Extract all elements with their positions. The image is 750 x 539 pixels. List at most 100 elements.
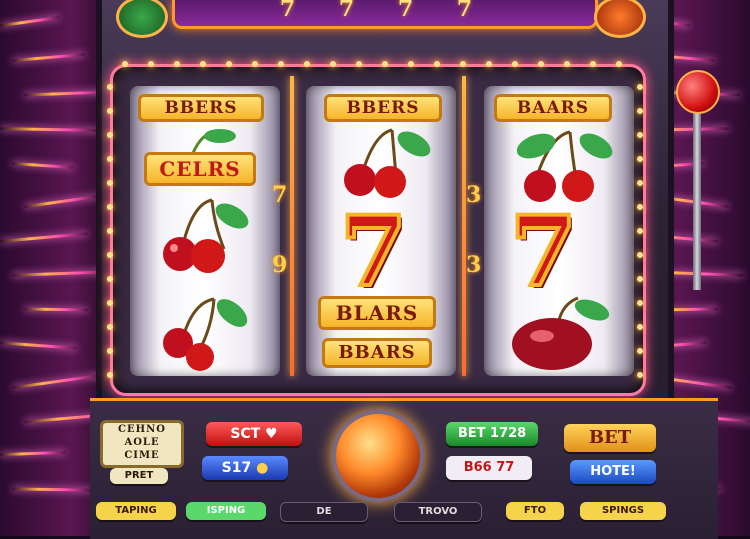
cherries-icon <box>163 297 248 371</box>
marquee-bulb <box>148 61 154 67</box>
bet-left-1-label: SCT <box>230 426 261 442</box>
payline-number: 9 <box>272 252 288 278</box>
marquee-bulb <box>486 61 492 67</box>
reel-2-label-1: BLARS <box>318 296 436 330</box>
marquee-bulb <box>122 61 128 67</box>
neon-streak <box>12 52 85 63</box>
bottom-button-1[interactable]: TAPING <box>96 502 176 520</box>
heart-icon: ♥ <box>265 426 278 442</box>
marquee-bulb <box>382 61 388 67</box>
marquee-bulb <box>107 252 113 258</box>
marquee-bulb <box>107 204 113 210</box>
bet-button[interactable]: BET <box>564 424 656 452</box>
neon-streak <box>11 161 75 170</box>
marquee-bulb <box>107 84 113 90</box>
neon-streak <box>12 373 102 390</box>
seven-symbol: 7 <box>338 195 409 308</box>
reel-divider <box>290 76 294 376</box>
marquee-bulb <box>278 61 284 67</box>
marquee-bulb <box>107 276 113 282</box>
bottom-button-6[interactable]: SPINGS <box>580 502 666 520</box>
payline-number: 3 <box>466 252 482 278</box>
marquee-bulb <box>512 61 518 67</box>
marquee-bulb <box>460 61 466 67</box>
neon-streak <box>0 15 60 28</box>
marquee-bulb <box>107 228 113 234</box>
neon-streak <box>0 341 78 350</box>
bottom-button-5[interactable]: FTO <box>506 502 564 520</box>
lever-rod[interactable] <box>693 90 701 290</box>
marquee-bulb <box>637 204 643 210</box>
marquee-bulb <box>304 61 310 67</box>
coin-icon: ● <box>256 460 269 476</box>
marquee-bulb <box>637 300 643 306</box>
cherries-icon <box>516 130 613 202</box>
neon-streak <box>0 450 67 457</box>
neon-streak <box>11 487 92 492</box>
marquee-bulb <box>252 61 258 67</box>
bottom-button-4[interactable]: TROVO <box>394 502 482 522</box>
marquee-bulb <box>330 61 336 67</box>
marquee-bulb <box>564 61 570 67</box>
marquee-bulb <box>356 61 362 67</box>
reel-divider <box>462 76 466 376</box>
bottom-button-2[interactable]: ISPING <box>186 502 266 520</box>
marquee-bulb <box>107 156 113 162</box>
reel-2-label-2: BBARS <box>322 338 432 368</box>
marquee-bulb <box>637 84 643 90</box>
neon-streak <box>0 127 100 132</box>
payline-number: 3 <box>466 182 482 208</box>
marquee-bulb <box>107 180 113 186</box>
marquee-bulb <box>637 156 643 162</box>
plum-icon <box>512 296 610 370</box>
neon-streak <box>23 307 89 312</box>
marquee-bulb <box>637 324 643 330</box>
reel-2: BBERS 7 BLARS BBARS <box>306 86 456 376</box>
marquee-bulb <box>637 348 643 354</box>
top-sign: 7 7 7 7 <box>172 0 598 29</box>
marquee-bulb <box>616 61 622 67</box>
seven-symbol: 7 <box>508 195 579 308</box>
reel-1-top-label: BBERS <box>138 94 264 122</box>
marquee-bulb <box>637 132 643 138</box>
bet-left-1-button[interactable]: SCT ♥ <box>206 422 302 446</box>
marquee-bulb <box>590 61 596 67</box>
reel-1: BBERS CELRS <box>130 86 280 376</box>
bottom-button-3[interactable]: DE <box>280 502 368 522</box>
bet-right-2-button[interactable]: B66 77 <box>446 456 532 480</box>
marquee-bulb <box>637 276 643 282</box>
marquee-bulb <box>434 61 440 67</box>
cherries-icon <box>163 198 249 273</box>
marquee-bulb <box>538 61 544 67</box>
reel-2-top-label: BBERS <box>324 94 442 122</box>
marquee-bulb <box>107 300 113 306</box>
marquee-bulb <box>637 228 643 234</box>
top-sign-text: 7 7 7 7 <box>279 0 491 22</box>
bet-right-1-button[interactable]: BET 1728 <box>446 422 538 446</box>
marquee-bulb <box>637 108 643 114</box>
payline-number: 7 <box>272 182 288 208</box>
bet-left-2-button[interactable]: S17 ● <box>202 456 288 480</box>
marquee-bulb <box>637 252 643 258</box>
hotel-button[interactable]: HOTE! <box>570 460 656 484</box>
cherries-icon <box>344 128 431 198</box>
marquee-bulb <box>408 61 414 67</box>
reel-3: BAARS 7 <box>484 86 634 376</box>
reel-1-label: CELRS <box>144 152 256 186</box>
marquee-bulb <box>226 61 232 67</box>
marquee-bulb <box>200 61 206 67</box>
marquee-bulb <box>107 324 113 330</box>
marquee-bulb <box>174 61 180 67</box>
spin-button[interactable] <box>332 410 424 502</box>
bet-left-2-label: S17 <box>221 460 252 476</box>
neon-streak <box>0 232 88 243</box>
marquee-bulb <box>107 132 113 138</box>
marquee-bulb <box>107 108 113 114</box>
marquee-bulb <box>637 372 643 378</box>
reel-3-top-label: BAARS <box>494 94 612 122</box>
pay-label: PRET <box>110 468 168 484</box>
marquee-bulb <box>107 348 113 354</box>
neon-streak <box>24 194 99 209</box>
info-plate: CEHNO AOLE CIME <box>100 420 184 468</box>
lever-handle[interactable] <box>676 70 720 114</box>
